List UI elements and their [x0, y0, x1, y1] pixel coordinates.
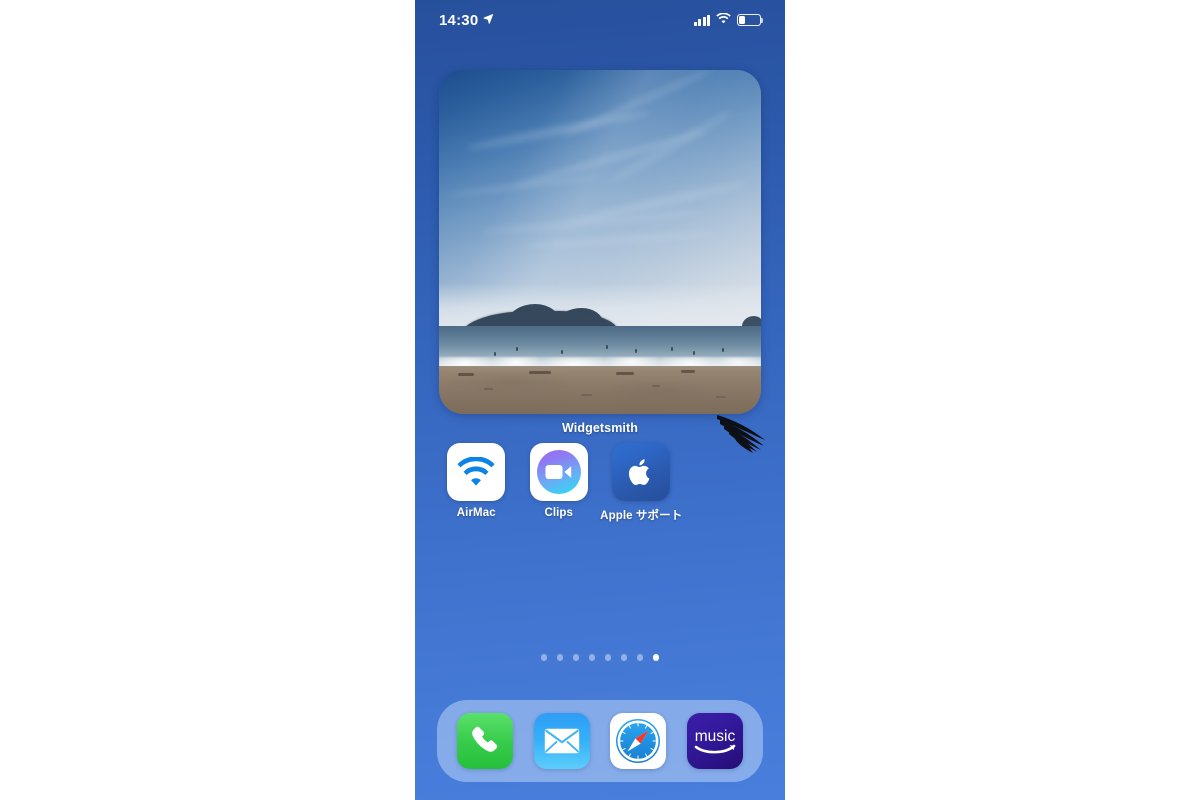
app-label-apple-support: Apple サポート: [600, 510, 683, 522]
page-indicator[interactable]: [415, 654, 785, 661]
cellular-signal-icon: [693, 14, 710, 26]
battery-icon: [737, 14, 764, 26]
widget-label: Widgetsmith: [562, 421, 638, 435]
wifi-icon: [457, 457, 495, 486]
apple-support-app-icon[interactable]: [612, 443, 671, 501]
phone-handset-icon: [472, 726, 498, 752]
mail-app-icon[interactable]: [533, 713, 590, 769]
clips-app-icon[interactable]: [529, 443, 588, 501]
screenshot-canvas: 14:30 Widgetsmith AirMac Clips Apple サポー…: [0, 0, 1200, 800]
photo-beach-sand: [439, 365, 761, 414]
page-dot-3[interactable]: [572, 654, 580, 661]
widget-area: Widgetsmith: [415, 70, 785, 453]
envelope-icon: [544, 728, 579, 754]
page-dot-8[interactable]: [652, 654, 660, 661]
app-clips[interactable]: Clips: [518, 443, 601, 523]
page-dot-1[interactable]: [540, 654, 548, 661]
svg-text:music: music: [695, 728, 736, 745]
app-grid: AirMac Clips Apple サポート: [415, 443, 785, 523]
safari-app-icon[interactable]: [610, 713, 667, 769]
video-camera-icon: [545, 465, 572, 479]
page-dot-4[interactable]: [588, 654, 596, 661]
airmac-app-icon[interactable]: [447, 443, 506, 501]
app-apple-support[interactable]: Apple サポート: [600, 443, 683, 523]
status-bar: 14:30: [415, 0, 785, 40]
location-arrow-icon: [483, 11, 494, 29]
page-dot-5[interactable]: [604, 654, 612, 661]
page-dot-7[interactable]: [636, 654, 644, 661]
app-label-clips: Clips: [544, 507, 574, 519]
app-label-airmac: AirMac: [456, 507, 496, 519]
iphone-home-screen: 14:30 Widgetsmith AirMac Clips Apple サポー…: [415, 0, 785, 800]
app-airmac[interactable]: AirMac: [435, 443, 518, 523]
amazon-music-app-icon[interactable]: music: [686, 713, 743, 769]
page-dot-2[interactable]: [556, 654, 564, 661]
page-dot-6[interactable]: [620, 654, 628, 661]
apple-logo-icon: [629, 458, 650, 485]
status-bar-left: 14:30: [439, 11, 494, 29]
compass-icon: [616, 719, 661, 763]
phone-app-icon[interactable]: [457, 713, 514, 769]
clips-gradient-circle: [536, 450, 581, 494]
app-slot-empty: [683, 443, 766, 523]
status-bar-right: [693, 11, 764, 29]
status-bar-clock: 14:30: [439, 11, 479, 29]
dock: music: [437, 700, 763, 782]
wifi-icon: [716, 11, 731, 29]
widget-photo[interactable]: [439, 70, 761, 414]
widgetsmith-widget[interactable]: Widgetsmith: [439, 70, 765, 453]
amazon-music-icon: music: [694, 728, 736, 754]
